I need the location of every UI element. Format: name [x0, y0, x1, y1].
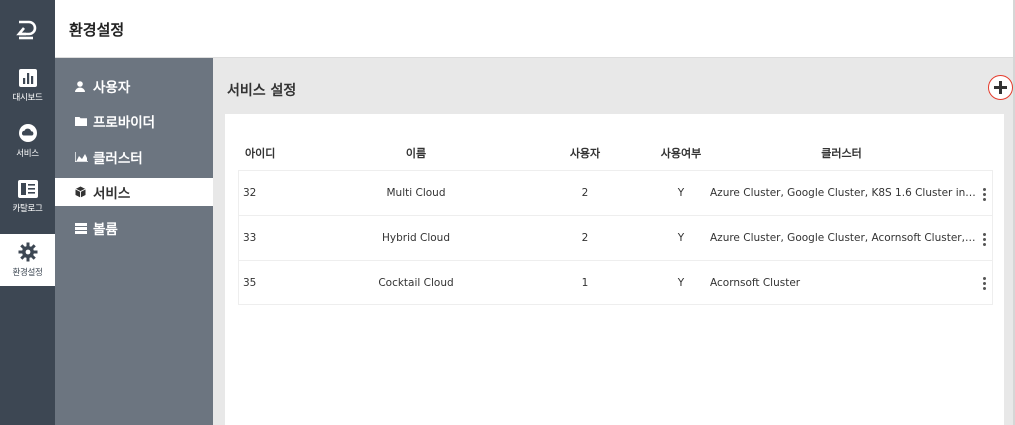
- submenu-item-providers[interactable]: 프로바이더: [55, 107, 213, 135]
- main-content: 서비스 설정 아이디 이름 사용자 사용여부 클러스터 32 Multi Clo…: [213, 58, 1015, 425]
- rail-item-label: 카탈로그: [12, 204, 43, 214]
- top-bar: 환경설정: [55, 0, 1015, 58]
- column-header-users[interactable]: 사용자: [514, 140, 656, 170]
- chart-icon: [18, 69, 37, 87]
- table-row[interactable]: 33 Hybrid Cloud 2 Y Azure Cluster, Googl…: [238, 215, 993, 260]
- cell-users: 2: [514, 170, 656, 215]
- rail-item-label: 서비스: [16, 149, 39, 159]
- service-table-card: 아이디 이름 사용자 사용여부 클러스터 32 Multi Cloud 2 Y …: [225, 114, 1004, 425]
- submenu-item-label: 사용자: [93, 80, 131, 96]
- more-options-icon[interactable]: [978, 274, 992, 294]
- rail-item-dashboard[interactable]: 대시보드: [0, 61, 55, 111]
- table-row[interactable]: 35 Cocktail Cloud 1 Y Acornsoft Cluster: [238, 260, 993, 305]
- folder-icon: [75, 116, 89, 126]
- cell-id: 35: [238, 260, 318, 305]
- more-options-icon[interactable]: [978, 184, 992, 204]
- submenu-item-label: 클러스터: [93, 151, 143, 167]
- submenu-item-label: 프로바이더: [93, 115, 156, 131]
- cell-enabled: Y: [656, 170, 706, 215]
- plus-icon: [994, 81, 1007, 94]
- rail-item-label: 환경설정: [12, 268, 43, 278]
- cell-users: 2: [514, 215, 656, 260]
- cell-id: 32: [238, 170, 318, 215]
- cell-users: 1: [514, 260, 656, 305]
- service-table: 아이디 이름 사용자 사용여부 클러스터 32 Multi Cloud 2 Y …: [238, 140, 993, 305]
- cell-clusters: Azure Cluster, Google Cluster, Acornsoft…: [706, 215, 977, 260]
- catalog-icon: [17, 180, 38, 198]
- rail-item-settings[interactable]: 환경설정: [0, 234, 55, 286]
- cell-clusters: Acornsoft Cluster: [706, 260, 977, 305]
- cell-name: Multi Cloud: [318, 170, 514, 215]
- column-header-clusters[interactable]: 클러스터: [706, 140, 977, 170]
- cell-name: Cocktail Cloud: [318, 260, 514, 305]
- column-header-enabled[interactable]: 사용여부: [656, 140, 706, 170]
- table-header-row: 아이디 이름 사용자 사용여부 클러스터: [238, 140, 993, 170]
- rail-item-catalog[interactable]: 카탈로그: [0, 172, 55, 222]
- add-service-button[interactable]: [988, 75, 1013, 100]
- cell-enabled: Y: [656, 260, 706, 305]
- cell-actions: [977, 215, 993, 260]
- table-row[interactable]: 32 Multi Cloud 2 Y Azure Cluster, Google…: [238, 170, 993, 215]
- left-rail: 대시보드 서비스 카탈로그 환경설정: [0, 0, 55, 425]
- cell-clusters: Azure Cluster, Google Cluster, K8S 1.6 C…: [706, 170, 977, 215]
- storage-icon: [75, 222, 89, 234]
- gear-icon: [18, 242, 37, 262]
- app-logo[interactable]: [0, 0, 55, 58]
- more-options-icon[interactable]: [978, 229, 992, 249]
- cube-icon: [75, 186, 89, 198]
- page-title: 서비스 설정: [227, 83, 297, 99]
- user-icon: [75, 80, 89, 92]
- cell-name: Hybrid Cloud: [318, 215, 514, 260]
- app-title: 환경설정: [69, 21, 125, 39]
- submenu-item-users[interactable]: 사용자: [55, 72, 213, 100]
- cell-actions: [977, 170, 993, 215]
- rail-item-service[interactable]: 서비스: [0, 116, 55, 166]
- submenu-item-label: 볼륨: [93, 222, 118, 238]
- column-header-name[interactable]: 이름: [318, 140, 514, 170]
- column-header-id[interactable]: 아이디: [238, 140, 318, 170]
- submenu-item-clusters[interactable]: 클러스터: [55, 143, 213, 171]
- cell-enabled: Y: [656, 215, 706, 260]
- column-header-actions: [977, 140, 993, 170]
- logo-icon: [15, 20, 36, 40]
- settings-submenu: 사용자 프로바이더 클러스터 서비스 볼륨: [55, 58, 213, 425]
- submenu-item-services[interactable]: 서비스: [55, 178, 213, 206]
- rail-item-label: 대시보드: [12, 93, 43, 103]
- cell-actions: [977, 260, 993, 305]
- area-chart-icon: [75, 152, 89, 162]
- submenu-item-label: 서비스: [93, 186, 131, 202]
- cloud-icon: [18, 124, 37, 142]
- cell-id: 33: [238, 215, 318, 260]
- submenu-item-volumes[interactable]: 볼륨: [55, 214, 213, 242]
